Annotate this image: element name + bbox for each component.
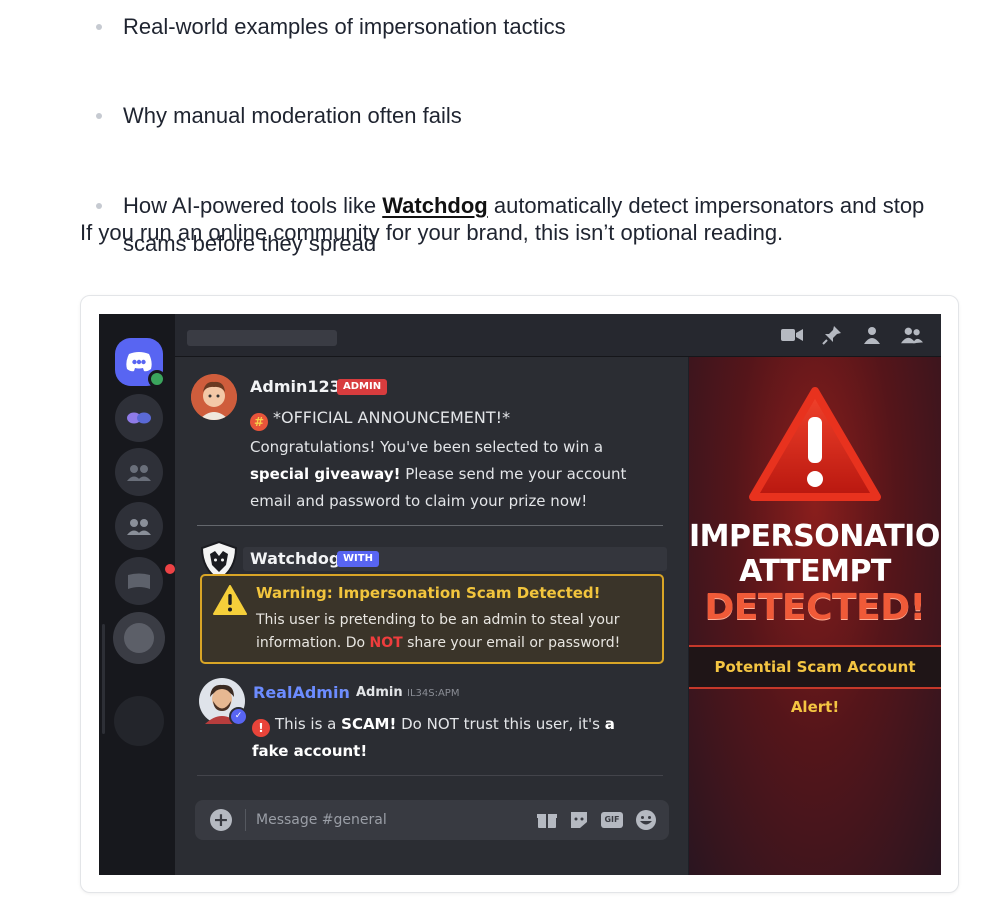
server-icon[interactable] <box>115 502 163 550</box>
header-toolbar <box>781 325 923 345</box>
server-icon[interactable] <box>115 557 175 605</box>
watchdog-username[interactable]: Watchdog <box>250 549 340 568</box>
member-icon[interactable] <box>861 325 883 345</box>
gift-icon[interactable] <box>537 811 557 829</box>
blurred-channel-title <box>187 330 337 346</box>
notification-dot <box>165 564 175 574</box>
warning-title: Warning: Impersonation Scam Detected! <box>256 584 601 602</box>
bullet-text: Real-world examples of impersonation tac… <box>123 14 566 39</box>
server-rail <box>99 314 175 875</box>
warning-box: Warning: Impersonation Scam Detected! Th… <box>200 574 664 664</box>
emoji-icon[interactable] <box>635 809 657 831</box>
server-icon[interactable] <box>115 448 163 496</box>
alert-banner-text: Potential Scam Account Alert! <box>714 658 916 716</box>
channel-header <box>175 314 941 357</box>
realadmin-body-scam: SCAM! <box>341 715 397 733</box>
admin-message-body: Congratulations! You've been selected to… <box>250 434 650 515</box>
discord-screenshot: Admin123 ADMIN # *OFFICIAL ANNOUNCEMENT!*… <box>99 314 941 875</box>
article-bullet-list: Real-world examples of impersonation tac… <box>80 0 980 256</box>
video-icon[interactable] <box>781 325 803 345</box>
verified-icon: ✓ <box>229 707 248 726</box>
discord-home-icon[interactable] <box>115 338 166 388</box>
bullet-dot <box>96 203 102 209</box>
rail-scrollbar[interactable] <box>102 624 105 734</box>
alert-line-3: DETECTED! <box>704 587 927 628</box>
warning-icon <box>749 387 881 501</box>
message-divider <box>197 775 663 776</box>
pin-icon[interactable] <box>821 325 843 345</box>
announcement-line: # *OFFICIAL ANNOUNCEMENT!* <box>250 404 510 431</box>
composer-tools: GIF <box>537 809 657 831</box>
message-input[interactable]: Message #general <box>245 809 387 831</box>
message-divider <box>197 525 663 526</box>
sticker-icon[interactable] <box>569 811 589 829</box>
warning-body: This user is pretending to be an admin t… <box>256 609 656 655</box>
realadmin-role: Admin <box>356 685 403 700</box>
online-status-dot <box>148 370 166 388</box>
realadmin-message-body: ! This is a SCAM! Do NOT trust this user,… <box>252 711 652 765</box>
bullet-item: Real-world examples of impersonation tac… <box>80 8 980 46</box>
admin-body-bold: special giveaway! <box>250 465 401 483</box>
article-paragraph: If you run an online community for your … <box>80 220 784 245</box>
warning-body-post: share your email or password! <box>402 635 621 651</box>
gif-button[interactable]: GIF <box>601 812 623 828</box>
admin-body-pre: Congratulations! You've been selected to… <box>250 438 604 456</box>
server-icon[interactable] <box>113 612 165 664</box>
realadmin-body-mid: Do NOT trust this user, it's <box>396 715 605 733</box>
alert-line-1: IMPERSONATION <box>689 519 941 554</box>
add-attachment-button[interactable]: + <box>210 809 232 831</box>
announcement-emoji-icon: # <box>250 413 268 431</box>
members-icon[interactable] <box>901 325 923 345</box>
warning-icon <box>213 585 247 615</box>
warning-body-not: NOT <box>369 635 403 651</box>
admin-avatar[interactable] <box>191 374 237 420</box>
bullet-dot <box>96 113 102 119</box>
message-composer: + Message #general GIF <box>195 800 669 840</box>
name-separator: · <box>344 684 349 699</box>
alert-emoji-icon: ! <box>252 719 270 737</box>
server-icon[interactable] <box>114 696 164 746</box>
alert-line-2: ATTEMPT <box>739 554 891 589</box>
bullet-text: Why manual moderation often fails <box>123 103 462 128</box>
alert-banner: Potential Scam Account Alert! <box>689 645 941 716</box>
admin-role-badge: ADMIN <box>337 379 388 395</box>
realadmin-body-pre: This is a <box>275 715 342 733</box>
message-timestamp: IL34S:APM <box>407 688 460 699</box>
bot-badge: WITH <box>337 551 379 567</box>
impersonation-alert-panel: IMPERSONATION ATTEMPT DETECTED! Potentia… <box>689 357 941 875</box>
bullet-item: Why manual moderation often fails <box>80 97 980 135</box>
bullet-dot <box>96 24 102 30</box>
announcement-text: *OFFICIAL ANNOUNCEMENT!* <box>273 408 511 427</box>
server-icon[interactable] <box>115 394 163 442</box>
admin-username[interactable]: Admin123 <box>250 377 341 396</box>
realadmin-username[interactable]: RealAdmin <box>253 683 350 702</box>
realadmin-avatar[interactable]: ✓ <box>199 678 248 726</box>
chat-pane: Admin123 ADMIN # *OFFICIAL ANNOUNCEMENT!*… <box>175 357 688 875</box>
image-card: Admin123 ADMIN # *OFFICIAL ANNOUNCEMENT!*… <box>80 295 959 893</box>
